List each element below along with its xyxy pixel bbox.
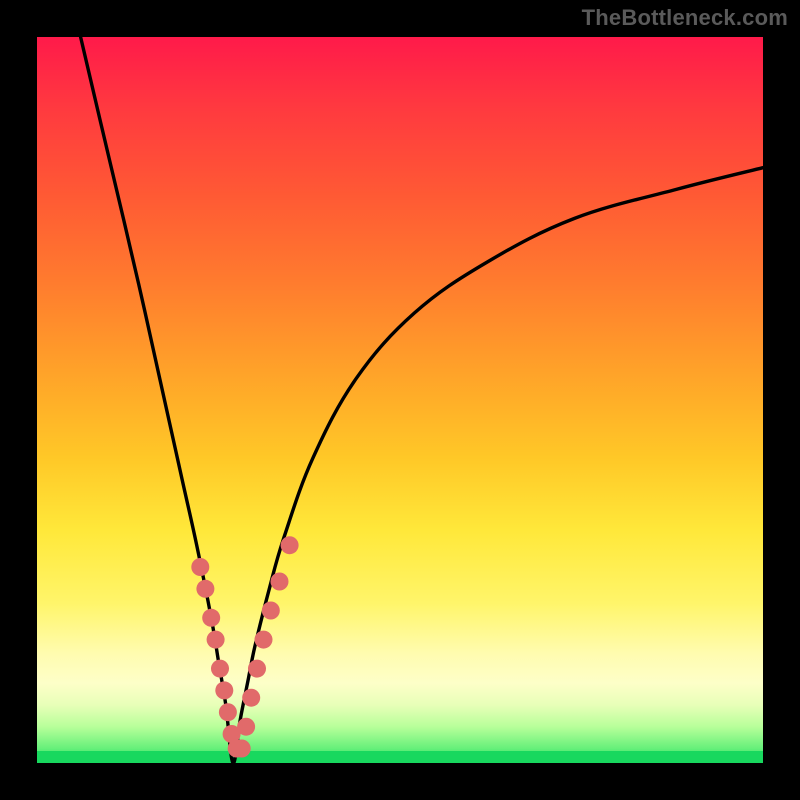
data-marker [281, 536, 299, 554]
data-marker [191, 558, 209, 576]
data-marker [271, 573, 289, 591]
watermark-label: TheBottleneck.com [582, 5, 788, 31]
data-marker [248, 660, 266, 678]
data-marker [215, 681, 233, 699]
data-marker [196, 580, 214, 598]
data-marker [207, 631, 225, 649]
data-marker [262, 602, 280, 620]
data-marker [202, 609, 220, 627]
data-marker [211, 660, 229, 678]
chart-svg [37, 37, 763, 763]
data-marker [237, 718, 255, 736]
data-marker [233, 740, 251, 758]
plot-area [37, 37, 763, 763]
data-marker [219, 703, 237, 721]
outer-frame: TheBottleneck.com [0, 0, 800, 800]
data-marker [255, 631, 273, 649]
bottleneck-curve [81, 37, 763, 763]
marker-group [191, 536, 298, 757]
data-marker [242, 689, 260, 707]
